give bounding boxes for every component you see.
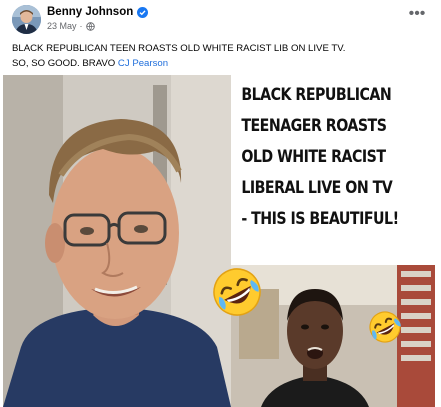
verified-badge-icon [137,7,149,18]
post-header: Benny Johnson 23 May · ••• [0,0,441,38]
post-date[interactable]: 23 May [47,20,77,32]
post-media[interactable]: BLACK REPUBLICAN TEENAGER ROASTS OLD WHI… [3,75,435,407]
facebook-post: Benny Johnson 23 May · ••• BLACK REPUBLI… [0,0,441,407]
post-text-line-1: BLACK REPUBLICAN TEEN ROASTS OLD WHITE R… [12,43,346,54]
headline-line-3: OLD WHITE RACIST [241,147,386,166]
post-meta: 23 May · [47,20,95,32]
headline-panel: BLACK REPUBLICAN TEENAGER ROASTS OLD WHI… [231,75,435,265]
headline-line-1: BLACK REPUBLICAN [241,85,392,104]
rofl-emoji-small-icon [367,309,403,345]
rofl-emoji-icon [211,266,263,318]
post-text-line-2: SO, SO GOOD. BRAVO CJ Pearson [12,56,432,71]
globe-icon [85,21,95,31]
post-text: BLACK REPUBLICAN TEEN ROASTS OLD WHITE R… [12,41,432,71]
headline-line-2: TEENAGER ROASTS [241,116,387,135]
author-avatar[interactable] [12,5,41,34]
headline-line-4: LIBERAL LIVE ON TV [241,178,393,197]
selfie-video-frame [3,75,231,407]
mention-link[interactable]: CJ Pearson [118,58,168,69]
author-name-row: Benny Johnson [47,5,149,20]
headline-line-5: - THIS IS BEAUTIFUL! [241,209,399,228]
headline-text: BLACK REPUBLICAN TEENAGER ROASTS OLD WHI… [231,79,435,234]
post-text-line-2-body: SO, SO GOOD. BRAVO [12,58,116,69]
meta-separator: · [79,21,83,31]
author-name[interactable]: Benny Johnson [47,5,133,20]
more-options-button[interactable]: ••• [407,6,427,23]
